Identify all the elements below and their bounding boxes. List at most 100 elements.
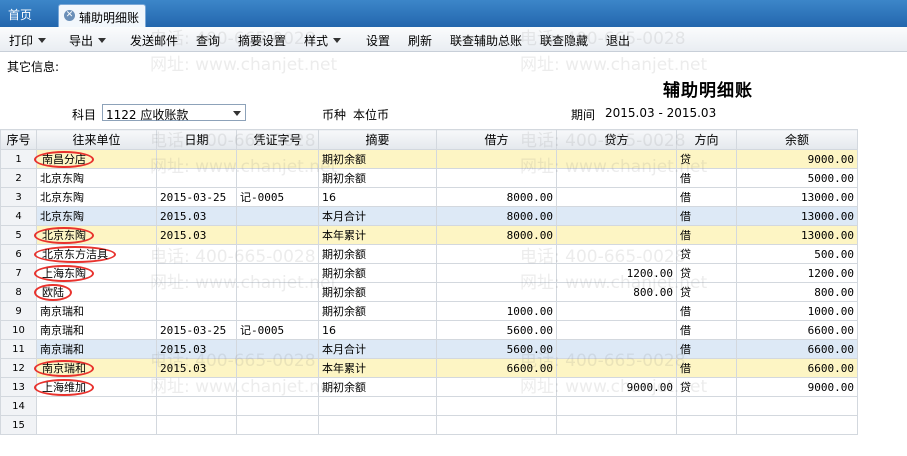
voucher-cell[interactable] <box>236 168 319 188</box>
summary-cell[interactable]: 本月合计 <box>318 206 437 226</box>
summary-cell[interactable]: 期初余额 <box>318 301 437 321</box>
send-email-button[interactable]: 发送邮件 <box>130 32 178 49</box>
table-row[interactable]: 12 南京瑞和 2015.03 本年累计 6600.00 借 6600.00 <box>0 358 858 378</box>
unit-cell[interactable]: 上海维加 <box>34 377 157 397</box>
summary-cell[interactable]: 本月合计 <box>318 339 437 359</box>
voucher-cell[interactable] <box>236 149 319 169</box>
summary-cell[interactable]: 期初余额 <box>318 377 437 397</box>
row-number[interactable]: 9 <box>0 301 37 321</box>
print-button[interactable]: 打印 <box>9 32 47 49</box>
credit-cell[interactable]: 9000.00 <box>556 377 677 397</box>
column-header-debit[interactable]: 借方 <box>436 129 557 150</box>
row-number[interactable]: 12 <box>0 358 37 378</box>
column-header-date[interactable]: 日期 <box>156 129 237 150</box>
credit-cell[interactable] <box>556 149 677 169</box>
row-number[interactable]: 7 <box>0 263 37 283</box>
direction-cell[interactable]: 借 <box>676 225 737 245</box>
direction-cell[interactable] <box>676 415 737 435</box>
summary-cell[interactable]: 本年累计 <box>318 225 437 245</box>
query-button[interactable]: 查询 <box>196 32 220 49</box>
credit-cell[interactable] <box>556 396 677 416</box>
date-cell[interactable] <box>156 282 237 302</box>
credit-cell[interactable] <box>556 339 677 359</box>
summary-cell[interactable]: 16 <box>318 320 437 340</box>
table-row[interactable]: 11 南京瑞和 2015.03 本月合计 5600.00 借 6600.00 <box>0 339 858 359</box>
direction-cell[interactable]: 借 <box>676 339 737 359</box>
direction-cell[interactable] <box>676 396 737 416</box>
table-row[interactable]: 1 南昌分店 期初余额 贷 9000.00 <box>0 149 858 169</box>
voucher-cell[interactable] <box>236 396 319 416</box>
unit-cell[interactable]: 南京瑞和 <box>36 339 157 359</box>
column-header-no[interactable]: 序号 <box>0 129 37 150</box>
export-button[interactable]: 导出 <box>69 32 107 49</box>
balance-cell[interactable]: 9000.00 <box>736 377 858 397</box>
table-row[interactable]: 10 南京瑞和 2015-03-25 记-0005 16 5600.00 借 6600.00 <box>0 320 858 340</box>
summary-cell[interactable]: 期初余额 <box>318 263 437 283</box>
credit-cell[interactable] <box>556 187 677 207</box>
date-cell[interactable]: 2015.03 <box>156 225 237 245</box>
direction-cell[interactable]: 贷 <box>676 282 737 302</box>
row-number[interactable]: 2 <box>0 168 37 188</box>
debit-cell[interactable]: 6600.00 <box>436 358 557 378</box>
voucher-cell[interactable] <box>236 339 319 359</box>
row-number[interactable]: 4 <box>0 206 37 226</box>
date-cell[interactable] <box>156 244 237 264</box>
credit-cell[interactable] <box>556 320 677 340</box>
debit-cell[interactable] <box>436 282 557 302</box>
balance-cell[interactable]: 500.00 <box>736 244 858 264</box>
voucher-cell[interactable]: 记-0005 <box>236 187 319 207</box>
refresh-button[interactable]: 刷新 <box>408 32 432 49</box>
date-cell[interactable] <box>156 168 237 188</box>
subject-select[interactable]: 1122 应收账款 <box>102 104 246 122</box>
column-header-direction[interactable]: 方向 <box>676 129 737 150</box>
column-header-credit[interactable]: 贷方 <box>556 129 677 150</box>
direction-cell[interactable]: 借 <box>676 358 737 378</box>
balance-cell[interactable]: 13000.00 <box>736 206 858 226</box>
summary-cell[interactable]: 本年累计 <box>318 358 437 378</box>
voucher-cell[interactable] <box>236 415 319 435</box>
row-number[interactable]: 5 <box>0 225 37 245</box>
credit-cell[interactable]: 800.00 <box>556 282 677 302</box>
unit-cell[interactable]: 北京东陶 <box>36 206 157 226</box>
summary-cell[interactable] <box>318 415 437 435</box>
voucher-cell[interactable] <box>236 225 319 245</box>
date-cell[interactable]: 2015.03 <box>156 339 237 359</box>
debit-cell[interactable] <box>436 263 557 283</box>
debit-cell[interactable]: 5600.00 <box>436 339 557 359</box>
row-number[interactable]: 15 <box>0 415 37 435</box>
unit-cell[interactable]: 北京东陶 <box>34 225 157 245</box>
credit-cell[interactable] <box>556 358 677 378</box>
credit-cell[interactable]: 1200.00 <box>556 263 677 283</box>
balance-cell[interactable]: 6600.00 <box>736 358 858 378</box>
table-row[interactable]: 13 上海维加 期初余额 9000.00 贷 9000.00 <box>0 377 858 397</box>
balance-cell[interactable]: 13000.00 <box>736 187 858 207</box>
voucher-cell[interactable] <box>236 301 319 321</box>
balance-cell[interactable]: 9000.00 <box>736 149 858 169</box>
balance-cell[interactable]: 13000.00 <box>736 225 858 245</box>
balance-cell[interactable]: 1000.00 <box>736 301 858 321</box>
credit-cell[interactable] <box>556 168 677 188</box>
debit-cell[interactable]: 1000.00 <box>436 301 557 321</box>
date-cell[interactable]: 2015-03-25 <box>156 320 237 340</box>
unit-cell[interactable]: 北京东陶 <box>36 187 157 207</box>
credit-cell[interactable] <box>556 415 677 435</box>
date-cell[interactable] <box>156 396 237 416</box>
summary-cell[interactable]: 期初余额 <box>318 282 437 302</box>
table-row[interactable]: 4 北京东陶 2015.03 本月合计 8000.00 借 13000.00 <box>0 206 858 226</box>
column-header-summary[interactable]: 摘要 <box>318 129 437 150</box>
row-number[interactable]: 13 <box>0 377 37 397</box>
credit-cell[interactable] <box>556 206 677 226</box>
summary-cell[interactable]: 16 <box>318 187 437 207</box>
date-cell[interactable] <box>156 301 237 321</box>
row-number[interactable]: 1 <box>0 149 37 169</box>
debit-cell[interactable] <box>436 377 557 397</box>
table-row[interactable]: 9 南京瑞和 期初余额 1000.00 借 1000.00 <box>0 301 858 321</box>
table-row[interactable]: 3 北京东陶 2015-03-25 记-0005 16 8000.00 借 13000.00 <box>0 187 858 207</box>
tab-detail-ledger[interactable]: ✕ 辅助明细账 <box>58 4 146 27</box>
debit-cell[interactable] <box>436 244 557 264</box>
summary-cell[interactable]: 期初余额 <box>318 168 437 188</box>
date-cell[interactable]: 2015-03-25 <box>156 187 237 207</box>
date-cell[interactable] <box>156 377 237 397</box>
date-cell[interactable] <box>156 149 237 169</box>
direction-cell[interactable]: 借 <box>676 168 737 188</box>
